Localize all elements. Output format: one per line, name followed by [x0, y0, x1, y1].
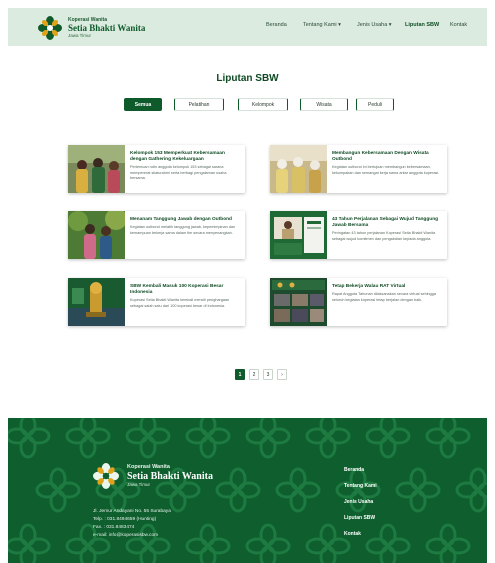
photo-award-icon — [68, 278, 125, 326]
footer-brand-region: Jawa Timur — [127, 481, 151, 487]
article-card[interactable]: 43 Tahun Perjalanan Sebagai Wujud Tanggu… — [270, 211, 447, 259]
footer-phone: Telp. : 031.8494659 (Hunting) — [93, 517, 157, 523]
filter-semua-button[interactable]: Semua — [124, 98, 162, 111]
nav-beranda[interactable]: Beranda — [266, 22, 287, 28]
nav-liputan-sbw[interactable]: Liputan SBW — [405, 22, 439, 28]
footer-brand-small: Koperasi Wanita — [127, 464, 170, 470]
page-title: Liputan SBW — [216, 73, 279, 84]
pagination-page-3[interactable]: 3 — [263, 369, 273, 380]
article-excerpt: Rapat Anggota Tahunan dilaksanakan secar… — [332, 292, 436, 302]
footer-fax: Fax. : 031.8483474 — [93, 525, 135, 531]
article-excerpt: Koperasi Setia Bhakti Wanita kembali mer… — [130, 298, 230, 308]
article-excerpt: Pertemuan rutin anggota kelompok 153 seb… — [130, 165, 227, 181]
flower-logo-icon — [38, 16, 62, 40]
pagination-page-1[interactable]: 1 — [235, 369, 245, 380]
footer-nav: Beranda Tentang Kami Jenis Usaha Liputan… — [344, 468, 377, 548]
photo-group-icon — [68, 145, 125, 193]
article-title[interactable]: Tetap Bekerja Walau RAT Virtual — [332, 284, 442, 290]
footer-link-tentang-kami[interactable]: Tentang Kami — [344, 484, 377, 489]
article-title[interactable]: Membangun Kebersamaan Dengan Wisata Outb… — [332, 151, 442, 163]
footer-flower-pattern — [8, 418, 487, 563]
filter-kelompok-button[interactable]: Kelompok — [238, 98, 288, 111]
brand-small-text: Koperasi Wanita — [68, 16, 107, 23]
footer-link-liputan-sbw[interactable]: Liputan SBW — [344, 516, 377, 521]
article-title[interactable]: Menanam Tanggung Jawab dengan Outbond — [130, 217, 240, 223]
filter-peduli-button[interactable]: Peduli — [356, 98, 394, 111]
pagination-page-2[interactable]: 2 — [249, 369, 259, 380]
article-excerpt: Kegiatan outbond ini bertujuan membangun… — [332, 165, 440, 175]
article-card[interactable]: Menanam Tanggung Jawab dengan Outbond Ke… — [68, 211, 245, 259]
article-card[interactable]: Kelompok 153 Memperkuat Kebersamaan deng… — [68, 145, 245, 193]
footer-brand-name: Setia Bhakti Wanita — [127, 470, 213, 482]
photo-garden-icon — [68, 211, 125, 259]
article-excerpt: Peringatan 43 tahun perjalanan Koperasi … — [332, 231, 436, 241]
article-title[interactable]: SBW Kembali Masuk 100 Koperasi Besar Ind… — [130, 284, 240, 296]
article-title[interactable]: Kelompok 153 Memperkuat Kebersamaan deng… — [130, 151, 240, 163]
brand-logo-link[interactable]: Koperasi Wanita Setia Bhakti Wanita Jawa… — [38, 16, 145, 40]
footer-brand: Koperasi Wanita Setia Bhakti Wanita Jawa… — [93, 463, 213, 489]
nav-kontak[interactable]: Kontak — [450, 22, 467, 28]
brand-name: Setia Bhakti Wanita — [68, 22, 146, 33]
footer-address: Jl. Jemur Andayani No. 55 Surabaya — [93, 509, 171, 514]
article-card[interactable]: SBW Kembali Masuk 100 Koperasi Besar Ind… — [68, 278, 245, 326]
footer-link-jenis-usaha[interactable]: Jenis Usaha — [344, 500, 377, 505]
brand-region: Jawa Timur — [68, 32, 92, 38]
photo-group-icon — [270, 145, 327, 193]
footer-link-kontak[interactable]: Kontak — [344, 532, 377, 537]
article-card[interactable]: Tetap Bekerja Walau RAT Virtual Rapat An… — [270, 278, 447, 326]
site-footer: Koperasi Wanita Setia Bhakti Wanita Jawa… — [8, 418, 487, 563]
photo-event-icon — [270, 211, 327, 259]
nav-tentang-kami-dropdown[interactable]: Tentang Kami ▾ — [303, 22, 341, 28]
article-title[interactable]: 43 Tahun Perjalanan Sebagai Wujud Tanggu… — [332, 217, 442, 229]
footer-contact-info: Jl. Jemur Andayani No. 55 Surabaya Telp.… — [93, 508, 171, 541]
pagination-next-button[interactable]: › — [277, 369, 287, 380]
site-header: Koperasi Wanita Setia Bhakti Wanita Jawa… — [8, 8, 487, 46]
filter-pelatihan-button[interactable]: Pelatihan — [174, 98, 224, 111]
footer-email[interactable]: e-mail: info@koperasisbw.com — [93, 532, 171, 540]
article-card[interactable]: Membangun Kebersamaan Dengan Wisata Outb… — [270, 145, 447, 193]
flower-logo-icon — [93, 463, 119, 489]
footer-link-beranda[interactable]: Beranda — [344, 468, 377, 473]
article-excerpt: Kegiatan outbond melatih tanggung jawab,… — [130, 225, 236, 235]
filter-wisata-button[interactable]: Wisata — [300, 98, 348, 111]
photo-virtual-meeting-icon — [270, 278, 327, 326]
nav-jenis-usaha-dropdown[interactable]: Jenis Usaha ▾ — [357, 22, 392, 28]
